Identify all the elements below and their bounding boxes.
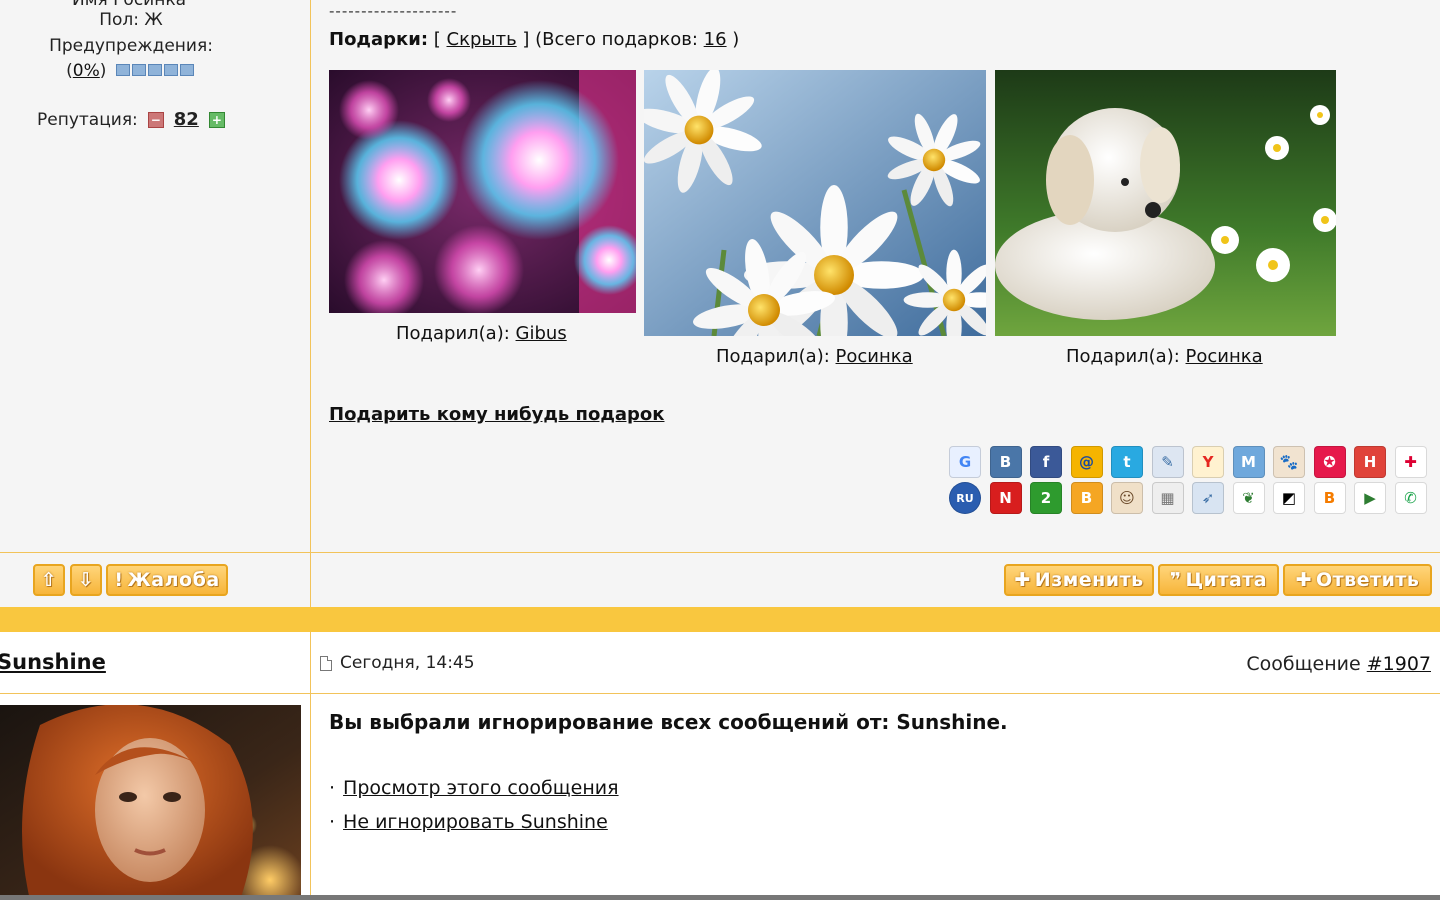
edit-button[interactable]: ✚ Изменить bbox=[1004, 564, 1154, 596]
livejournal-icon[interactable]: ✎ bbox=[1151, 446, 1184, 478]
warnings-percent-link[interactable]: 0% bbox=[73, 61, 100, 81]
play-icon[interactable]: ▶ bbox=[1354, 482, 1386, 514]
post-actions-left: ⇧ ⇩ ! Жалоба bbox=[0, 553, 311, 608]
news2-icon[interactable]: N bbox=[989, 482, 1022, 514]
give-gift-link[interactable]: Подарить кому нибудь подарок bbox=[329, 404, 664, 425]
profile-name-line: Имя Росинка bbox=[72, 0, 187, 10]
hide-gifts-link[interactable]: Скрыть bbox=[447, 29, 517, 50]
view-message-link[interactable]: Просмотр этого сообщения bbox=[343, 777, 619, 799]
edit-label: Изменить bbox=[1034, 569, 1144, 591]
view-message-item: · Просмотр этого сообщения bbox=[329, 777, 619, 799]
delicious-icon[interactable]: ◩ bbox=[1273, 482, 1305, 514]
post-actions-right: ✚ Изменить ❞ Цитата ✚ Ответить bbox=[312, 553, 1440, 608]
moi-mir-icon[interactable]: M bbox=[1232, 446, 1265, 478]
twitter-icon[interactable]: t bbox=[1111, 446, 1143, 478]
gifts-total-count[interactable]: 16 bbox=[704, 29, 727, 50]
post-author-panel bbox=[0, 694, 311, 900]
reply-label: Ответить bbox=[1315, 569, 1420, 591]
google-bookmarks-icon[interactable]: G bbox=[949, 446, 981, 478]
post-date-text: Сегодня, 14:45 bbox=[340, 653, 475, 673]
liveinternet-icon[interactable]: ✆ bbox=[1394, 482, 1427, 514]
unignore-item: · Не игнорировать Sunshine bbox=[329, 811, 608, 833]
exclamation-icon: ! bbox=[114, 569, 124, 591]
post-date: Сегодня, 14:45 bbox=[320, 653, 475, 673]
blogger-b-icon[interactable]: B bbox=[1313, 482, 1346, 514]
given-by-label: Подарил(а): bbox=[1066, 346, 1180, 367]
memori-icon[interactable]: ✪ bbox=[1313, 446, 1346, 478]
facebook-icon[interactable]: f bbox=[1030, 446, 1062, 478]
message-number: Сообщение #1907 bbox=[1246, 653, 1431, 675]
bullet: · bbox=[329, 777, 336, 799]
quote-label: Цитата bbox=[1185, 569, 1268, 591]
given-by-label: Подарил(а): bbox=[396, 323, 510, 344]
reputation-label: Репутация: bbox=[37, 109, 138, 130]
post-author-panel: Имя Росинка Пол: Ж Предупреждения: (0%) … bbox=[0, 0, 311, 552]
quote-icon: ❞ bbox=[1169, 569, 1182, 591]
gifts-total-label: (Всего подарков: bbox=[535, 29, 698, 50]
avatar[interactable] bbox=[0, 705, 301, 900]
scroll-down-button[interactable]: ⇩ bbox=[70, 564, 102, 596]
post-separator bbox=[0, 607, 1440, 632]
complaint-button[interactable]: ! Жалоба bbox=[106, 564, 228, 596]
post-actions-bar: ⇧ ⇩ ! Жалоба ✚ Изменить ❞ Цитата ✚ Ответ… bbox=[0, 552, 1440, 608]
vkontakte-icon[interactable]: B bbox=[989, 446, 1022, 478]
gift-image-daisies[interactable] bbox=[644, 70, 986, 336]
mail-ru-icon[interactable]: @ bbox=[1070, 446, 1103, 478]
reputation-row: Репутация: − 82 + bbox=[37, 109, 235, 130]
unignore-link[interactable]: Не игнорировать Sunshine bbox=[343, 811, 608, 833]
warnings-label: Предупреждения: bbox=[49, 36, 213, 56]
post-top: Имя Росинка Пол: Ж Предупреждения: (0%) … bbox=[0, 0, 1440, 552]
giver-link[interactable]: Росинка bbox=[1186, 346, 1263, 367]
signature-divider: -------------------- bbox=[329, 2, 458, 20]
wheat-icon[interactable]: ❦ bbox=[1232, 482, 1265, 514]
gift-caption: Подарил(а): Росинка bbox=[716, 346, 913, 367]
reputation-minus-icon[interactable]: − bbox=[147, 111, 164, 128]
plus-icon: ✚ bbox=[1295, 569, 1312, 591]
message-label: Сообщение bbox=[1246, 653, 1361, 675]
giver-link[interactable]: Росинка bbox=[836, 346, 913, 367]
bullet: · bbox=[329, 811, 336, 833]
post-author-link[interactable]: Sunshine bbox=[0, 650, 106, 674]
gift-image-fractal-flowers[interactable] bbox=[329, 70, 636, 313]
giver-link[interactable]: Gibus bbox=[516, 323, 567, 344]
message-number-link[interactable]: #1907 bbox=[1367, 653, 1431, 675]
rambler-icon[interactable]: RU bbox=[949, 482, 981, 514]
reputation-value[interactable]: 82 bbox=[174, 109, 199, 130]
habrahabr-icon[interactable]: H bbox=[1354, 446, 1386, 478]
document-icon bbox=[320, 655, 332, 671]
social-share-icons: G B f @ t ✎ Y M 🐾 ✪ H ✚ RU N 2 B ☺ ▦ ➶ ❦… bbox=[949, 446, 1435, 514]
given-by-label: Подарил(а): bbox=[716, 346, 830, 367]
ignore-notice: Вы выбрали игнорирование всех сообщений … bbox=[329, 710, 1008, 734]
tracker-icon[interactable]: ➶ bbox=[1192, 482, 1224, 514]
gift-image-puppy[interactable] bbox=[995, 70, 1336, 336]
misterwong-icon[interactable]: ✚ bbox=[1394, 446, 1427, 478]
gift-caption: Подарил(а): Росинка bbox=[1066, 346, 1263, 367]
post-author-header: Sunshine bbox=[0, 632, 311, 694]
person-icon[interactable]: ☺ bbox=[1111, 482, 1143, 514]
gifts-header: Подарки: [ Скрыть ] (Всего подарков: 16 … bbox=[329, 29, 740, 50]
warnings-row: (0%) bbox=[0, 61, 262, 81]
complaint-label: Жалоба bbox=[127, 569, 220, 591]
bobrdobr-icon[interactable]: 🐾 bbox=[1273, 446, 1305, 478]
post-body: Вы выбрали игнорирование всех сообщений … bbox=[0, 694, 1440, 900]
grid-icon[interactable]: ▦ bbox=[1151, 482, 1184, 514]
two-icon[interactable]: 2 bbox=[1030, 482, 1062, 514]
horizontal-scrollbar[interactable] bbox=[0, 895, 1440, 900]
gender-line: Пол: Ж bbox=[99, 10, 163, 30]
warning-level-bars bbox=[115, 61, 196, 81]
gift-caption: Подарил(а): Gibus bbox=[396, 323, 567, 344]
quote-button[interactable]: ❞ Цитата bbox=[1158, 564, 1279, 596]
post-meta: Сегодня, 14:45 Сообщение #1907 bbox=[312, 632, 1440, 694]
gifts-label: Подарки: bbox=[329, 29, 429, 50]
reply-button[interactable]: ✚ Ответить bbox=[1283, 564, 1432, 596]
reputation-plus-icon[interactable]: + bbox=[208, 111, 225, 128]
scroll-up-button[interactable]: ⇧ bbox=[33, 564, 65, 596]
blogger-icon[interactable]: B bbox=[1070, 482, 1103, 514]
post-header: Sunshine Сегодня, 14:45 Сообщение #1907 bbox=[0, 632, 1440, 694]
post-content: -------------------- Подарки: [ Скрыть ]… bbox=[312, 0, 1440, 552]
yandex-icon[interactable]: Y bbox=[1192, 446, 1224, 478]
plus-icon: ✚ bbox=[1014, 569, 1031, 591]
post-content: Вы выбрали игнорирование всех сообщений … bbox=[312, 694, 1440, 900]
